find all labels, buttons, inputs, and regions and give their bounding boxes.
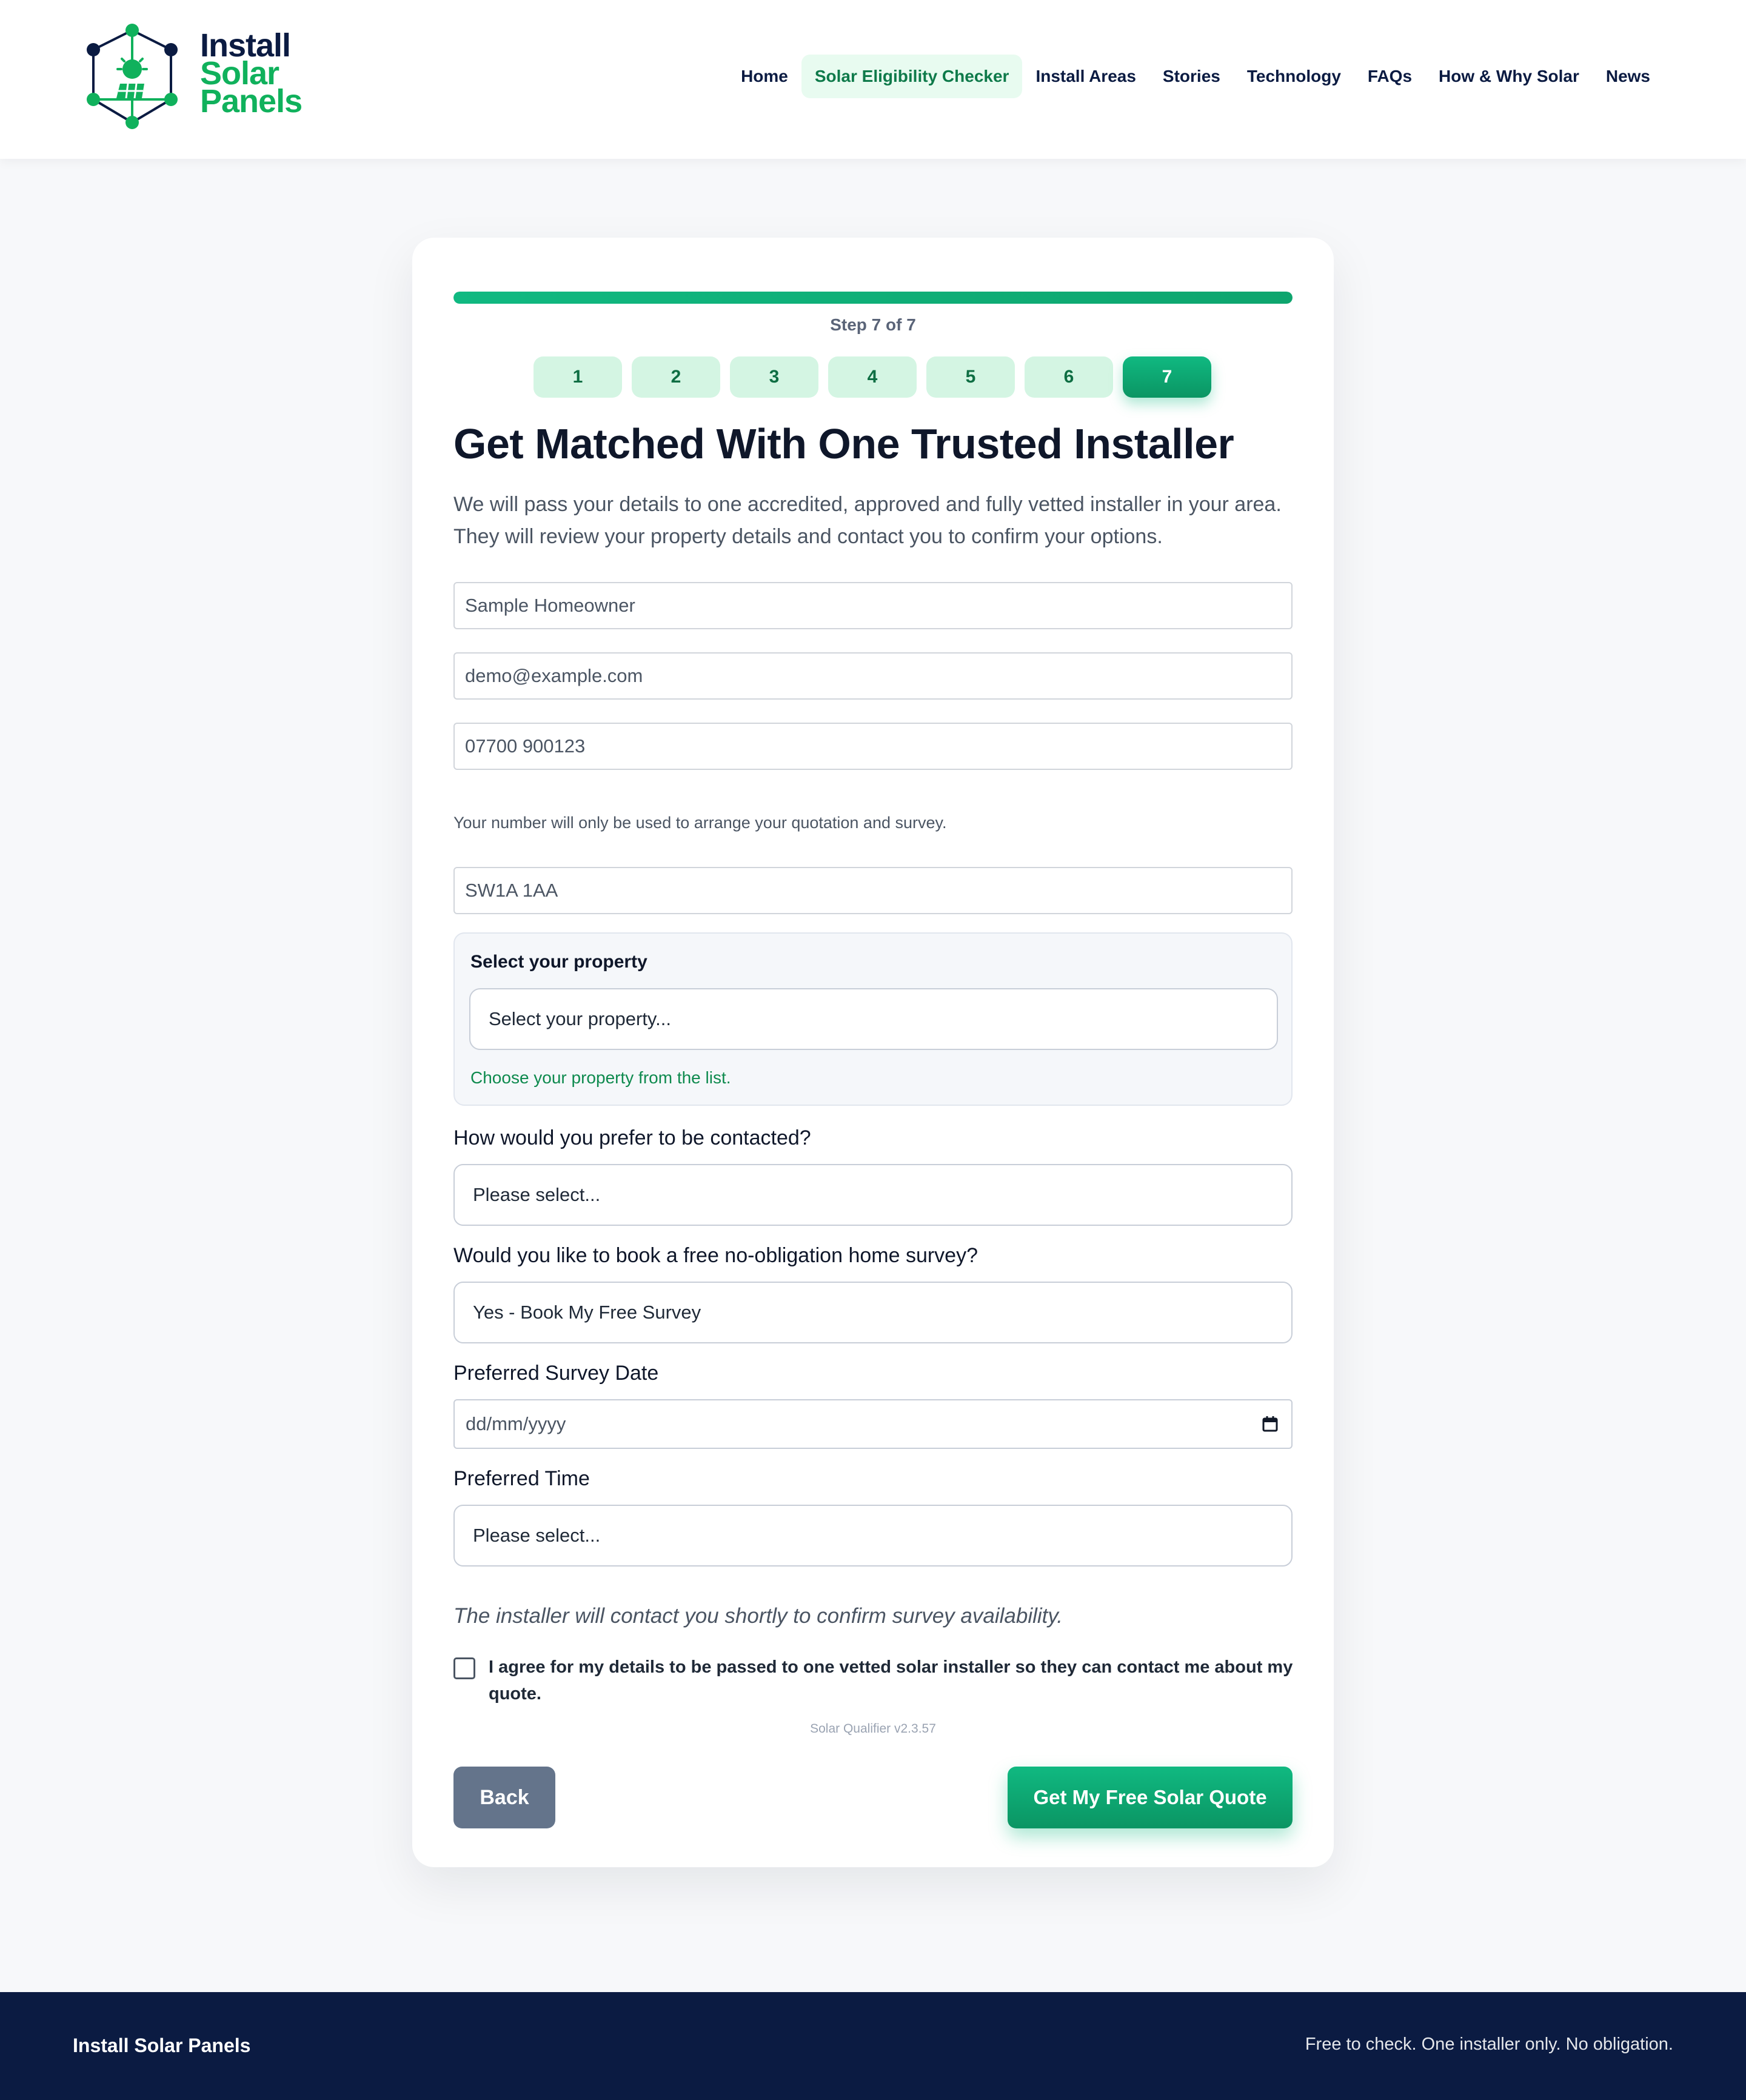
property-hint: Choose your property from the list. — [470, 1068, 731, 1087]
survey-date-placeholder: dd/mm/yyyy — [466, 1413, 566, 1434]
email-field[interactable]: demo@example.com — [453, 652, 1293, 700]
back-button[interactable]: Back — [453, 1767, 555, 1828]
property-selector-panel: Select your property Select your propert… — [453, 932, 1293, 1106]
main-nav: Home Solar Eligibility Checker Install A… — [728, 55, 1664, 98]
consent-label[interactable]: I agree for my details to be passed to o… — [489, 1654, 1301, 1707]
logo-hexagon-sun-icon — [87, 24, 178, 129]
footer-brand: Install Solar Panels — [73, 2035, 251, 2056]
nav-news[interactable]: News — [1593, 55, 1664, 98]
form-title: Get Matched With One Trusted Installer — [453, 420, 1234, 467]
step-pill-1[interactable]: 1 — [534, 356, 622, 398]
version-label: Solar Qualifier v2.3.57 — [810, 1722, 936, 1736]
nav-technology[interactable]: Technology — [1234, 55, 1354, 98]
contact-method-label: How would you prefer to be contacted? — [453, 1126, 811, 1149]
step-pill-6[interactable]: 6 — [1025, 356, 1113, 398]
step-pill-7-current[interactable]: 7 — [1123, 356, 1211, 398]
progress-bar-fill — [453, 292, 1293, 304]
survey-question-label: Would you like to book a free no-obligat… — [453, 1244, 978, 1267]
qualifier-form-card: Step 7 of 7 1 2 3 4 5 6 7 Get Matched Wi… — [412, 238, 1334, 1867]
name-field[interactable]: Sample Homeowner — [453, 582, 1293, 629]
footer-tagline: Free to check. One installer only. No ob… — [1305, 2035, 1673, 2054]
logo-line-3: Panels — [200, 83, 303, 119]
phone-helper-text: Your number will only be used to arrange… — [453, 814, 947, 832]
survey-date-label: Preferred Survey Date — [453, 1362, 659, 1385]
postcode-field[interactable]: SW1A 1AA — [453, 867, 1293, 914]
step-pill-2[interactable]: 2 — [632, 356, 720, 398]
step-label: Step 7 of 7 — [830, 315, 916, 334]
step-pill-4[interactable]: 4 — [828, 356, 917, 398]
nav-install-areas[interactable]: Install Areas — [1022, 55, 1149, 98]
get-quote-button[interactable]: Get My Free Solar Quote — [1008, 1767, 1293, 1828]
form-intro: We will pass your details to one accredi… — [453, 493, 1282, 548]
phone-field[interactable]: 07700 900123 — [453, 723, 1293, 770]
nav-how-why-solar[interactable]: How & Why Solar — [1425, 55, 1593, 98]
site-header: Install Solar Panels Home Solar Eligibil… — [0, 0, 1746, 159]
logo-wordmark: Install Solar Panels — [200, 29, 303, 119]
nav-home[interactable]: Home — [728, 55, 801, 98]
step-pill-5[interactable]: 5 — [926, 356, 1015, 398]
nav-solar-eligibility-checker[interactable]: Solar Eligibility Checker — [801, 55, 1023, 98]
site-logo[interactable]: Install Solar Panels — [85, 21, 303, 133]
preferred-time-label: Preferred Time — [453, 1467, 590, 1490]
site-footer: Install Solar Panels Free to check. One … — [0, 1992, 1746, 2100]
consent-checkbox[interactable] — [453, 1657, 475, 1679]
preferred-time-select[interactable]: Please select... — [453, 1505, 1293, 1567]
property-label: Select your property — [470, 952, 647, 972]
calendar-icon[interactable] — [1261, 1415, 1279, 1433]
property-select[interactable]: Select your property... — [469, 988, 1278, 1050]
step-pill-3[interactable]: 3 — [730, 356, 818, 398]
progress-bar — [453, 292, 1293, 304]
survey-select[interactable]: Yes - Book My Free Survey — [453, 1282, 1293, 1343]
nav-stories[interactable]: Stories — [1149, 55, 1234, 98]
survey-date-input[interactable]: dd/mm/yyyy — [453, 1399, 1293, 1449]
survey-availability-note: The installer will contact you shortly t… — [453, 1604, 1063, 1628]
contact-method-select[interactable]: Please select... — [453, 1164, 1293, 1226]
step-indicator: 1 2 3 4 5 6 7 — [534, 356, 1211, 398]
nav-faqs[interactable]: FAQs — [1354, 55, 1425, 98]
